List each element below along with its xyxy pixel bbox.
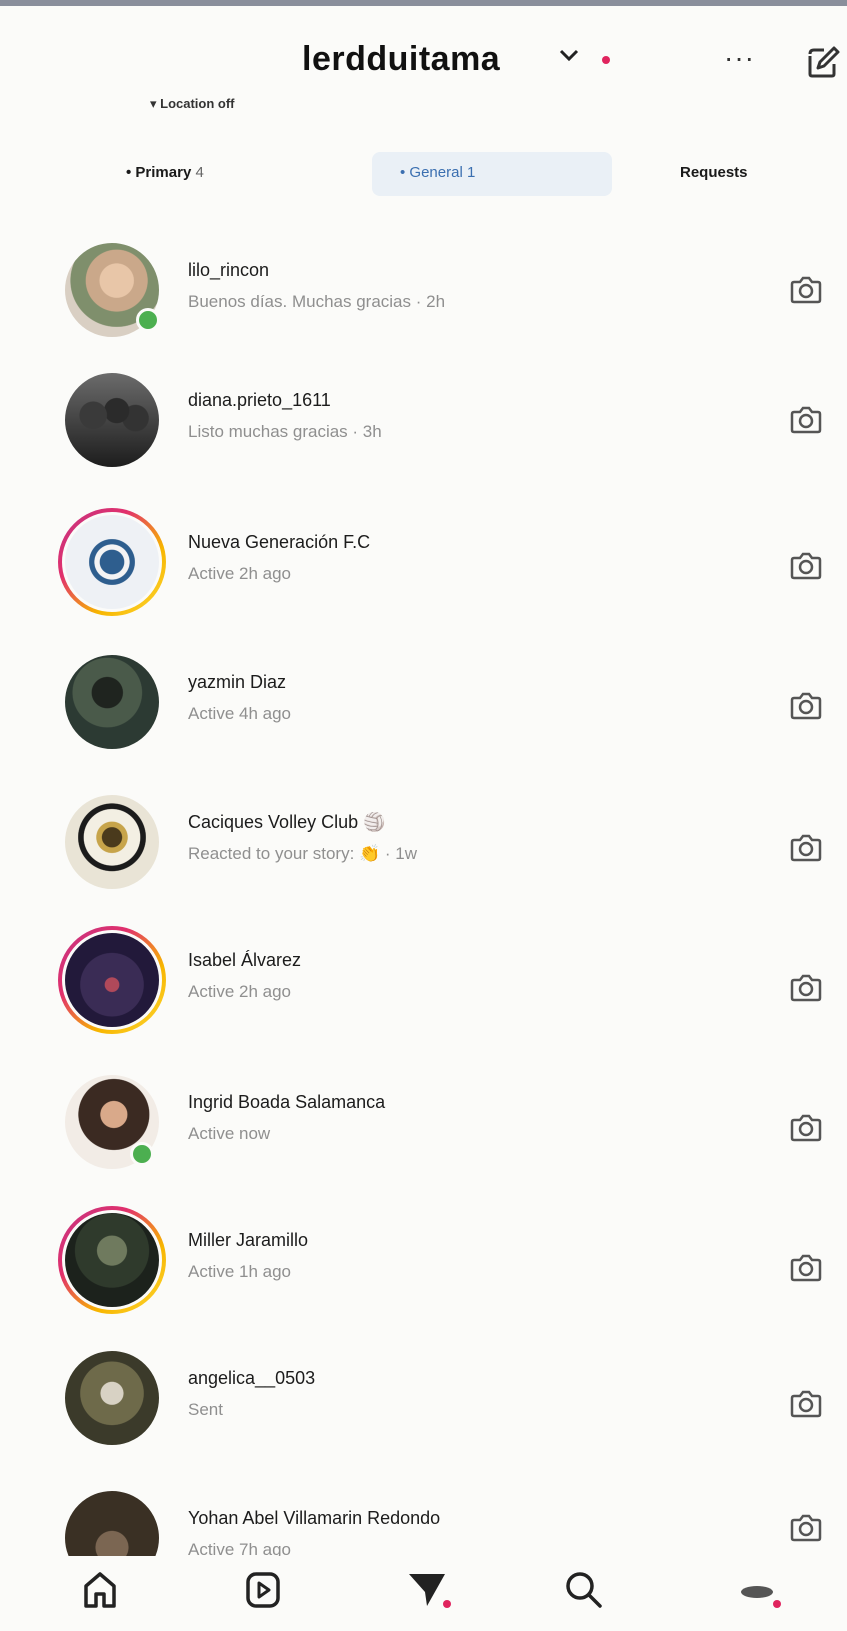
chat-row[interactable]: Nueva Generación F.C Active 2h ago <box>0 508 847 628</box>
chat-row[interactable]: diana.prieto_1611 Listo muchas gracias ·… <box>0 366 847 486</box>
camera-icon[interactable] <box>788 548 824 584</box>
chat-subtitle: Active 2h ago <box>188 982 292 1001</box>
chat-row[interactable]: Miller Jaramillo Active 1h ago <box>0 1206 847 1326</box>
chat-subtitle: Listo muchas gracias · 3h <box>188 422 382 441</box>
avatar[interactable] <box>58 366 166 474</box>
bottom-nav <box>0 1556 847 1631</box>
camera-icon[interactable] <box>788 1386 824 1422</box>
chat-name: Miller Jaramillo <box>188 1230 309 1250</box>
chat-name: Yohan Abel Villamarin Redondo <box>188 1508 441 1528</box>
camera-icon[interactable] <box>788 1510 824 1546</box>
camera-icon[interactable] <box>788 1110 824 1146</box>
tab-general[interactable]: • General 1 <box>400 164 475 181</box>
profile-icon[interactable] <box>735 1568 785 1612</box>
chat-row[interactable]: yazmin Diaz Active 4h ago <box>0 648 847 768</box>
camera-icon[interactable] <box>788 1250 824 1286</box>
notification-dot <box>602 56 610 64</box>
messages-icon[interactable] <box>405 1568 455 1612</box>
account-username[interactable]: lerdduitama <box>302 40 500 79</box>
tab-primary[interactable]: • Primary 4 <box>126 164 204 181</box>
chat-name: diana.prieto_1611 <box>188 390 331 410</box>
location-status: ▾ Location off <box>150 96 235 111</box>
camera-icon[interactable] <box>788 970 824 1006</box>
camera-icon[interactable] <box>788 830 824 866</box>
chat-subtitle: Active 4h ago <box>188 704 292 723</box>
chat-row[interactable]: Yohan Abel Villamarin Redondo Active 7h … <box>0 1484 847 1556</box>
camera-icon[interactable] <box>788 272 824 308</box>
chat-name: Ingrid Boada Salamanca <box>188 1092 386 1112</box>
camera-icon[interactable] <box>788 402 824 438</box>
avatar[interactable] <box>58 1484 166 1556</box>
chat-subtitle: Reacted to your story: 👏 · 1w <box>188 844 418 863</box>
chat-name: Isabel Álvarez <box>188 950 302 970</box>
avatar[interactable] <box>58 1344 166 1452</box>
chat-name: yazmin Diaz <box>188 672 287 692</box>
tab-dot-icon: • <box>400 164 410 181</box>
more-options-button[interactable]: ··· <box>724 42 755 74</box>
avatar[interactable] <box>58 788 166 896</box>
chevron-down-icon[interactable] <box>558 48 580 62</box>
chat-name: angelica__0503 <box>188 1368 316 1388</box>
chat-subtitle: Active 1h ago <box>188 1262 292 1281</box>
chat-subtitle: Active now <box>188 1124 271 1143</box>
chat-subtitle: Sent <box>188 1400 223 1419</box>
compose-icon[interactable] <box>804 44 842 82</box>
chat-row[interactable]: Caciques Volley Club 🏐 Reacted to your s… <box>0 788 847 908</box>
chat-row[interactable]: Isabel Álvarez Active 2h ago <box>0 926 847 1046</box>
search-icon[interactable] <box>562 1568 606 1612</box>
home-icon[interactable] <box>80 1568 120 1612</box>
avatar[interactable] <box>58 508 166 616</box>
location-dot-icon: ▾ <box>150 96 161 111</box>
camera-icon[interactable] <box>788 688 824 724</box>
top-edge <box>0 0 847 6</box>
chat-name: lilo_rincon <box>188 260 270 280</box>
inbox-tabs: • Primary 4 • General 1 Requests <box>60 150 847 198</box>
chat-row[interactable]: angelica__0503 Sent <box>0 1344 847 1464</box>
chat-subtitle: Buenos días. Muchas gracias · 2h <box>188 292 446 311</box>
chat-name: Caciques Volley Club 🏐 <box>188 812 386 832</box>
tab-dot-icon: • <box>126 164 136 181</box>
chat-name: Nueva Generación F.C <box>188 532 371 552</box>
online-indicator <box>136 308 160 332</box>
online-indicator <box>130 1142 154 1166</box>
chat-subtitle: Active 2h ago <box>188 564 292 583</box>
avatar[interactable] <box>58 1206 166 1314</box>
chat-subtitle: Active 7h ago <box>188 1540 292 1556</box>
tab-requests[interactable]: Requests <box>680 164 748 181</box>
avatar[interactable] <box>58 926 166 1034</box>
reels-icon[interactable] <box>243 1568 283 1612</box>
chat-row[interactable]: lilo_rincon Buenos días. Muchas gracias … <box>0 230 847 350</box>
header: lerdduitama ··· <box>0 14 847 84</box>
chat-row[interactable]: Ingrid Boada Salamanca Active now <box>0 1068 847 1188</box>
avatar[interactable] <box>58 648 166 756</box>
